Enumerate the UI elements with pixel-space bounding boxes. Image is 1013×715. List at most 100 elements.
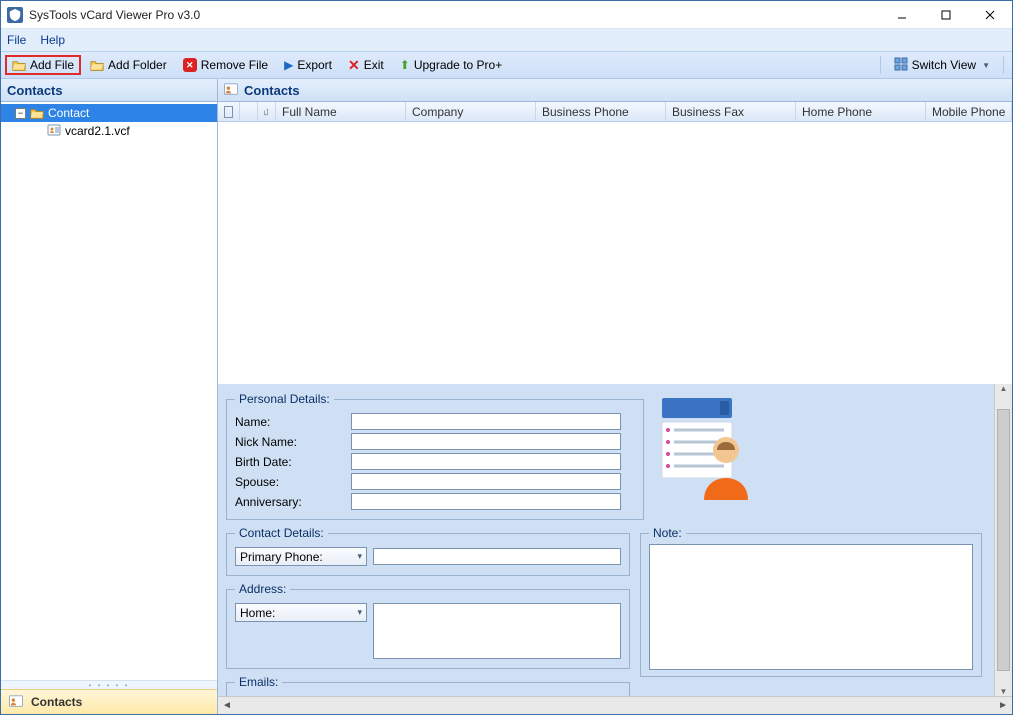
contact-details-group: Contact Details: Primary Phone: ▾ [226, 526, 630, 576]
remove-icon: ✕ [183, 58, 197, 72]
primary-phone-field[interactable] [373, 548, 621, 565]
nav-contacts-label: Contacts [31, 695, 82, 709]
menu-file[interactable]: File [7, 33, 26, 47]
person-card-icon [224, 82, 238, 99]
upgrade-label: Upgrade to Pro+ [414, 58, 502, 72]
body: Contacts − Contact vcard2.1.vcf [1, 79, 1012, 714]
exit-label: Exit [364, 58, 384, 72]
remove-file-button[interactable]: ✕ Remove File [176, 55, 275, 75]
address-type-selected: Home: [240, 606, 275, 620]
spouse-field[interactable] [351, 473, 621, 490]
horizontal-scrollbar[interactable]: ◄ ► [218, 696, 1012, 714]
play-icon: ▶ [284, 58, 293, 72]
title-bar: SysTools vCard Viewer Pro v3.0 [1, 1, 1012, 29]
contacts-tree-header: Contacts [1, 79, 217, 102]
birthdate-label: Birth Date: [235, 455, 345, 469]
anniversary-label: Anniversary: [235, 495, 345, 509]
export-button[interactable]: ▶ Export [277, 55, 339, 75]
folder-tree[interactable]: − Contact vcard2.1.vcf [1, 102, 217, 680]
grid-body[interactable] [218, 122, 1012, 384]
toolbar-separator [1003, 56, 1004, 74]
app-icon [7, 7, 23, 23]
personal-details-legend: Personal Details: [235, 392, 334, 406]
toolbar-separator [880, 56, 881, 74]
col-checkbox[interactable] [218, 102, 240, 121]
tree-file-label: vcard2.1.vcf [65, 124, 130, 138]
menu-bar: File Help [1, 29, 1012, 52]
address-group: Address: Home: ▾ [226, 582, 630, 669]
maximize-button[interactable] [924, 1, 968, 28]
tree-root-contact[interactable]: − Contact [1, 104, 217, 122]
folder-open-icon [12, 59, 26, 71]
vcard-file-icon [47, 123, 61, 140]
address-textarea[interactable] [373, 603, 621, 659]
contact-details-legend: Contact Details: [235, 526, 328, 540]
toolbar: Add File Add Folder ✕ Remove File ▶ Expo… [1, 52, 1012, 79]
app-window: SysTools vCard Viewer Pro v3.0 File Help… [0, 0, 1013, 715]
personal-details-group: Personal Details: Name: Nick Name: Birth… [226, 392, 644, 520]
add-file-label: Add File [30, 58, 74, 72]
menu-help[interactable]: Help [40, 33, 65, 47]
add-file-button[interactable]: Add File [5, 55, 81, 75]
right-panel: Contacts Full Name Company Business Phon… [218, 79, 1012, 714]
grid-icon [894, 57, 908, 74]
primary-phone-selected: Primary Phone: [240, 550, 323, 564]
folder-open-icon [90, 59, 104, 71]
collapse-icon[interactable]: − [15, 108, 26, 119]
minimize-button[interactable] [880, 1, 924, 28]
add-folder-button[interactable]: Add Folder [83, 55, 174, 75]
chevron-down-icon: ▾ [357, 551, 362, 562]
address-legend: Address: [235, 582, 290, 596]
birthdate-field[interactable] [351, 453, 621, 470]
primary-phone-select[interactable]: Primary Phone: ▾ [235, 547, 367, 566]
col-mobile-phone[interactable]: Mobile Phone [926, 102, 1012, 121]
upgrade-button[interactable]: ⬆ Upgrade to Pro+ [393, 55, 509, 75]
vertical-scrollbar[interactable]: ▲ ▼ [994, 384, 1012, 696]
exit-button[interactable]: ✕ Exit [341, 55, 391, 75]
col-business-phone[interactable]: Business Phone [536, 102, 666, 121]
nickname-field[interactable] [351, 433, 621, 450]
export-label: Export [297, 58, 332, 72]
emails-legend: Emails: [235, 675, 282, 689]
name-field[interactable] [351, 413, 621, 430]
scroll-right-icon[interactable]: ► [998, 700, 1008, 711]
details-pane: Personal Details: Name: Nick Name: Birth… [218, 384, 1012, 696]
splitter-grip[interactable]: • • • • • [1, 680, 217, 689]
spouse-label: Spouse: [235, 475, 345, 489]
arrow-up-icon: ⬆ [400, 58, 410, 72]
contacts-grid-title: Contacts [244, 83, 300, 98]
tree-file-item[interactable]: vcard2.1.vcf [1, 122, 217, 140]
anniversary-field[interactable] [351, 493, 621, 510]
note-textarea[interactable] [649, 544, 973, 670]
grid-columns: Full Name Company Business Phone Busines… [218, 102, 1012, 122]
name-label: Name: [235, 415, 345, 429]
note-group: Note: [640, 526, 982, 677]
person-card-icon [9, 694, 23, 711]
close-icon: ✕ [348, 58, 360, 72]
col-business-fax[interactable]: Business Fax [666, 102, 796, 121]
add-folder-label: Add Folder [108, 58, 167, 72]
close-button[interactable] [968, 1, 1012, 28]
switch-view-button[interactable]: Switch View ▼ [887, 54, 997, 77]
window-title: SysTools vCard Viewer Pro v3.0 [29, 8, 880, 22]
scroll-left-icon[interactable]: ◄ [222, 700, 232, 711]
tree-root-label: Contact [48, 106, 89, 120]
contacts-grid-header: Contacts [218, 79, 1012, 102]
left-panel: Contacts − Contact vcard2.1.vcf [1, 79, 218, 714]
col-attachment-icon[interactable] [258, 102, 276, 121]
remove-file-label: Remove File [201, 58, 268, 72]
address-type-select[interactable]: Home: ▾ [235, 603, 367, 622]
col-full-name[interactable]: Full Name [276, 102, 406, 121]
nav-contacts-button[interactable]: Contacts [1, 689, 217, 714]
nickname-label: Nick Name: [235, 435, 345, 449]
col-flag-icon[interactable] [240, 102, 258, 121]
emails-group: Emails: [226, 675, 630, 696]
note-legend: Note: [649, 526, 686, 540]
window-controls [880, 1, 1012, 28]
contact-photo-placeholder [654, 392, 754, 502]
folder-open-icon [30, 107, 44, 119]
scrollbar-thumb[interactable] [997, 409, 1010, 671]
col-home-phone[interactable]: Home Phone [796, 102, 926, 121]
col-company[interactable]: Company [406, 102, 536, 121]
chevron-down-icon: ▼ [982, 61, 990, 70]
